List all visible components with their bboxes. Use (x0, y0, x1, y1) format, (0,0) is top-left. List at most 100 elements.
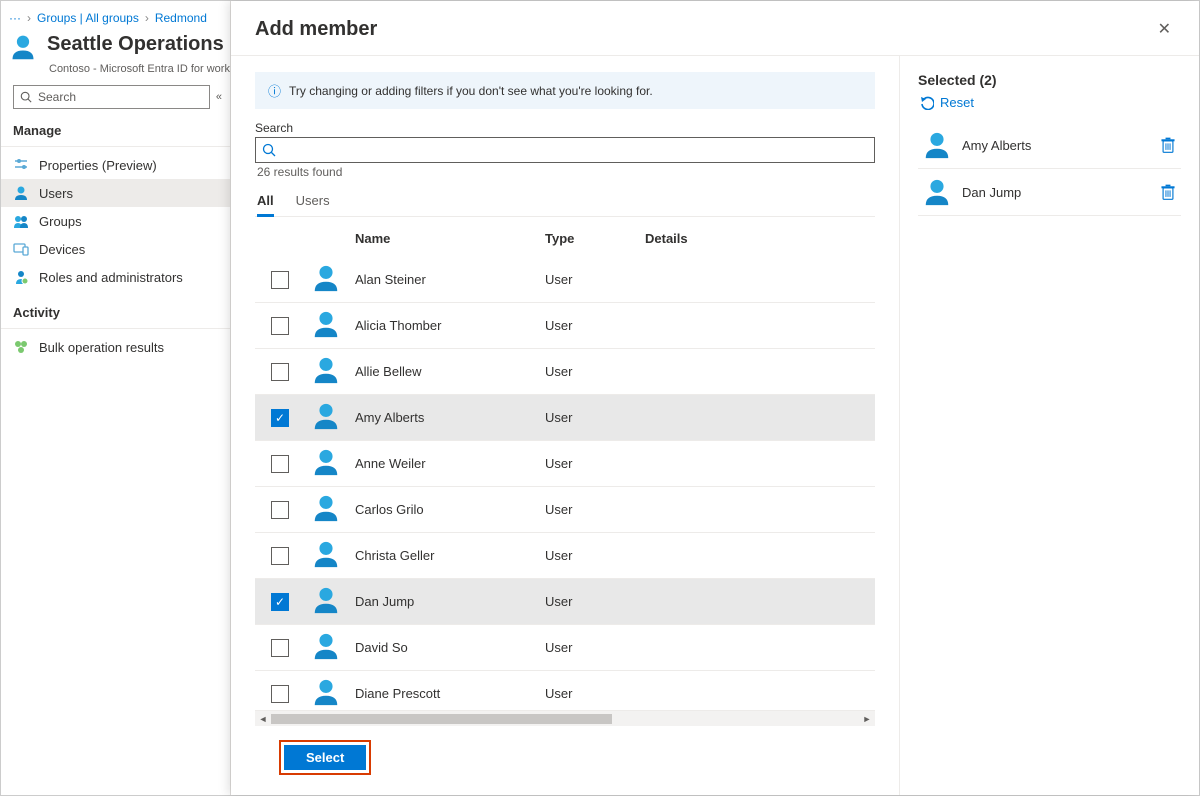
sidebar-item-roles[interactable]: Roles and administrators (1, 263, 230, 291)
table-row[interactable]: Alicia ThomberUser (255, 303, 875, 349)
sidebar-item-label: Roles and administrators (39, 270, 183, 285)
user-avatar-icon (311, 309, 341, 339)
search-label: Search (255, 121, 875, 135)
scroll-right-arrow[interactable]: ► (859, 714, 875, 724)
row-checkbox[interactable]: ✓ (271, 409, 289, 427)
picker-search-input[interactable] (255, 137, 875, 163)
results-count: 26 results found (255, 163, 875, 187)
remove-selected-button[interactable] (1159, 135, 1177, 155)
row-name: Anne Weiler (355, 456, 545, 471)
breadcrumb-redmond[interactable]: Redmond (155, 11, 207, 25)
search-icon (262, 143, 276, 157)
row-checkbox[interactable] (271, 685, 289, 703)
selected-item: Dan Jump (918, 169, 1181, 216)
info-banner: ⓘ Try changing or adding filters if you … (255, 72, 875, 109)
table-body[interactable]: Alan SteinerUserAlicia ThomberUserAllie … (255, 257, 875, 710)
row-name: Alicia Thomber (355, 318, 545, 333)
tab-all[interactable]: All (257, 187, 274, 217)
divider (1, 146, 230, 147)
column-type: Type (545, 231, 645, 246)
row-type: User (545, 640, 645, 655)
add-member-panel: Add member ✕ ⓘ Try changing or adding fi… (231, 1, 1199, 795)
row-checkbox[interactable] (271, 317, 289, 335)
reset-label: Reset (940, 95, 974, 110)
results-table: Name Type Details Alan SteinerUserAlicia… (255, 221, 875, 726)
panel-footer: Select (255, 726, 875, 795)
table-row[interactable]: Allie BellewUser (255, 349, 875, 395)
table-row[interactable]: ✓Dan JumpUser (255, 579, 875, 625)
scrollbar-thumb[interactable] (271, 714, 612, 724)
row-checkbox[interactable]: ✓ (271, 593, 289, 611)
bulk-icon (13, 339, 29, 355)
row-checkbox[interactable] (271, 455, 289, 473)
row-type: User (545, 686, 645, 701)
selected-item-name: Amy Alberts (962, 138, 1149, 153)
table-row[interactable]: Anne WeilerUser (255, 441, 875, 487)
user-avatar-icon (311, 539, 341, 569)
row-name: Amy Alberts (355, 410, 545, 425)
chevron-right-icon: › (27, 11, 31, 25)
select-button[interactable]: Select (284, 745, 366, 770)
picker-search-field[interactable] (282, 143, 868, 158)
row-checkbox[interactable] (271, 501, 289, 519)
sidebar-item-label: Users (39, 186, 73, 201)
check-icon: ✓ (275, 412, 285, 424)
user-avatar-icon (311, 401, 341, 431)
row-name: Christa Geller (355, 548, 545, 563)
row-name: David So (355, 640, 545, 655)
panel-header: Add member ✕ (231, 1, 1199, 56)
reset-button[interactable]: Reset (918, 94, 1181, 110)
table-row[interactable]: Carlos GriloUser (255, 487, 875, 533)
row-name: Alan Steiner (355, 272, 545, 287)
breadcrumb-groups[interactable]: Groups | All groups (37, 11, 139, 25)
row-checkbox[interactable] (271, 639, 289, 657)
close-button[interactable]: ✕ (1154, 15, 1175, 43)
table-row[interactable]: Alan SteinerUser (255, 257, 875, 303)
column-name: Name (355, 231, 545, 246)
row-checkbox[interactable] (271, 547, 289, 565)
sidebar-item-users[interactable]: Users (1, 179, 230, 207)
user-avatar-icon (311, 263, 341, 293)
collapse-sidebar-icon[interactable]: « (216, 91, 222, 103)
table-row[interactable]: Diane PrescottUser (255, 671, 875, 710)
page-title: Seattle Operations (47, 33, 224, 56)
sidebar-item-properties[interactable]: Properties (Preview) (1, 151, 230, 179)
user-avatar-icon (311, 677, 341, 707)
reset-icon (918, 94, 934, 110)
info-icon: ⓘ (268, 81, 281, 100)
user-icon (13, 185, 29, 201)
table-row[interactable]: ✓ Amy AlbertsUser (255, 395, 875, 441)
horizontal-scrollbar[interactable]: ◄ ► (255, 710, 875, 726)
row-checkbox[interactable] (271, 363, 289, 381)
row-checkbox[interactable] (271, 271, 289, 289)
people-icon (13, 213, 29, 229)
remove-selected-button[interactable] (1159, 182, 1177, 202)
breadcrumb-overflow[interactable]: ··· (9, 11, 21, 25)
row-name: Diane Prescott (355, 686, 545, 701)
sidebar-item-devices[interactable]: Devices (1, 235, 230, 263)
picker-main: ⓘ Try changing or adding filters if you … (231, 56, 899, 795)
user-avatar-icon (922, 130, 952, 160)
row-name: Allie Bellew (355, 364, 545, 379)
scroll-left-arrow[interactable]: ◄ (255, 714, 271, 724)
sidebar-search-placeholder: Search (38, 90, 76, 104)
row-type: User (545, 410, 645, 425)
row-type: User (545, 364, 645, 379)
page-subtitle: Contoso - Microsoft Entra ID for workfo (1, 63, 230, 75)
selected-item-name: Dan Jump (962, 185, 1149, 200)
divider (1, 328, 230, 329)
sidebar-item-label: Devices (39, 242, 85, 257)
breadcrumb: ··· › Groups | All groups › Redmond (1, 9, 230, 27)
row-name: Carlos Grilo (355, 502, 545, 517)
admin-icon (13, 269, 29, 285)
tab-users[interactable]: Users (296, 187, 330, 216)
sidebar-search-input[interactable]: Search (13, 85, 210, 109)
row-name: Dan Jump (355, 594, 545, 609)
info-banner-text: Try changing or adding filters if you do… (289, 84, 653, 98)
sidebar-item-groups[interactable]: Groups (1, 207, 230, 235)
sidebar-item-bulk-results[interactable]: Bulk operation results (1, 333, 230, 361)
table-row[interactable]: Christa GellerUser (255, 533, 875, 579)
user-avatar-icon (311, 493, 341, 523)
row-type: User (545, 502, 645, 517)
table-row[interactable]: David SoUser (255, 625, 875, 671)
